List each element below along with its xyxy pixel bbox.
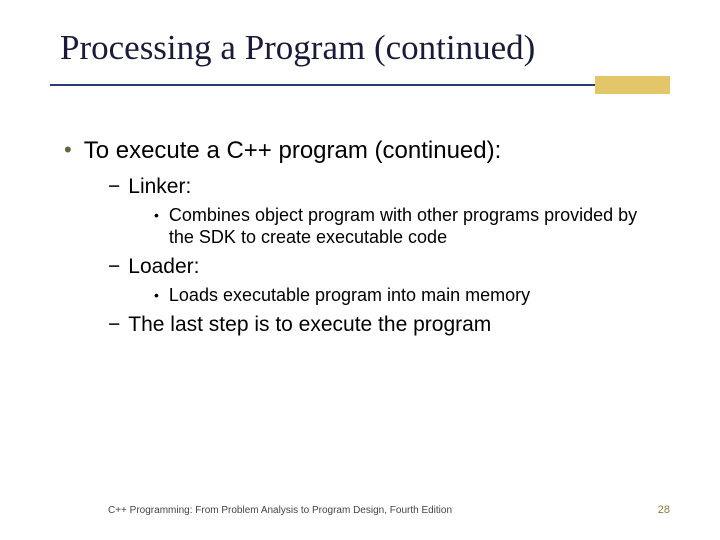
dot-icon: • [154,284,159,306]
bullet-level3: • Combines object program with other pro… [154,204,670,248]
dot-icon: • [154,204,159,226]
bullet-level2: − Loader: [108,254,670,280]
bullet-text: Loader: [128,254,199,280]
underline-blue [50,84,595,86]
title-underline [50,76,670,94]
slide: Processing a Program (continued) • To ex… [0,0,720,540]
bullet-level3: • Loads executable program into main mem… [154,284,670,306]
bullet-text: Linker: [128,174,191,200]
bullet-text: Loads executable program into main memor… [169,284,530,306]
bullet-text: The last step is to execute the program [128,312,491,338]
bullet-level1: • To execute a C++ program (continued): [64,136,670,166]
page-number: 28 [658,504,670,516]
bullet-text: Combines object program with other progr… [169,204,639,248]
bullet-text: To execute a C++ program (continued): [84,136,502,166]
footer-text: C++ Programming: From Problem Analysis t… [108,505,452,516]
dash-icon: − [108,254,120,280]
dash-icon: − [108,312,120,338]
bullet-level2: − The last step is to execute the progra… [108,312,670,338]
content-area: • To execute a C++ program (continued): … [50,130,670,338]
title-area: Processing a Program (continued) [50,28,670,94]
slide-title: Processing a Program (continued) [50,28,670,76]
footer: C++ Programming: From Problem Analysis t… [0,504,720,516]
underline-gold [595,76,670,94]
dash-icon: − [108,174,120,200]
bullet-icon: • [64,136,72,164]
bullet-level2: − Linker: [108,174,670,200]
